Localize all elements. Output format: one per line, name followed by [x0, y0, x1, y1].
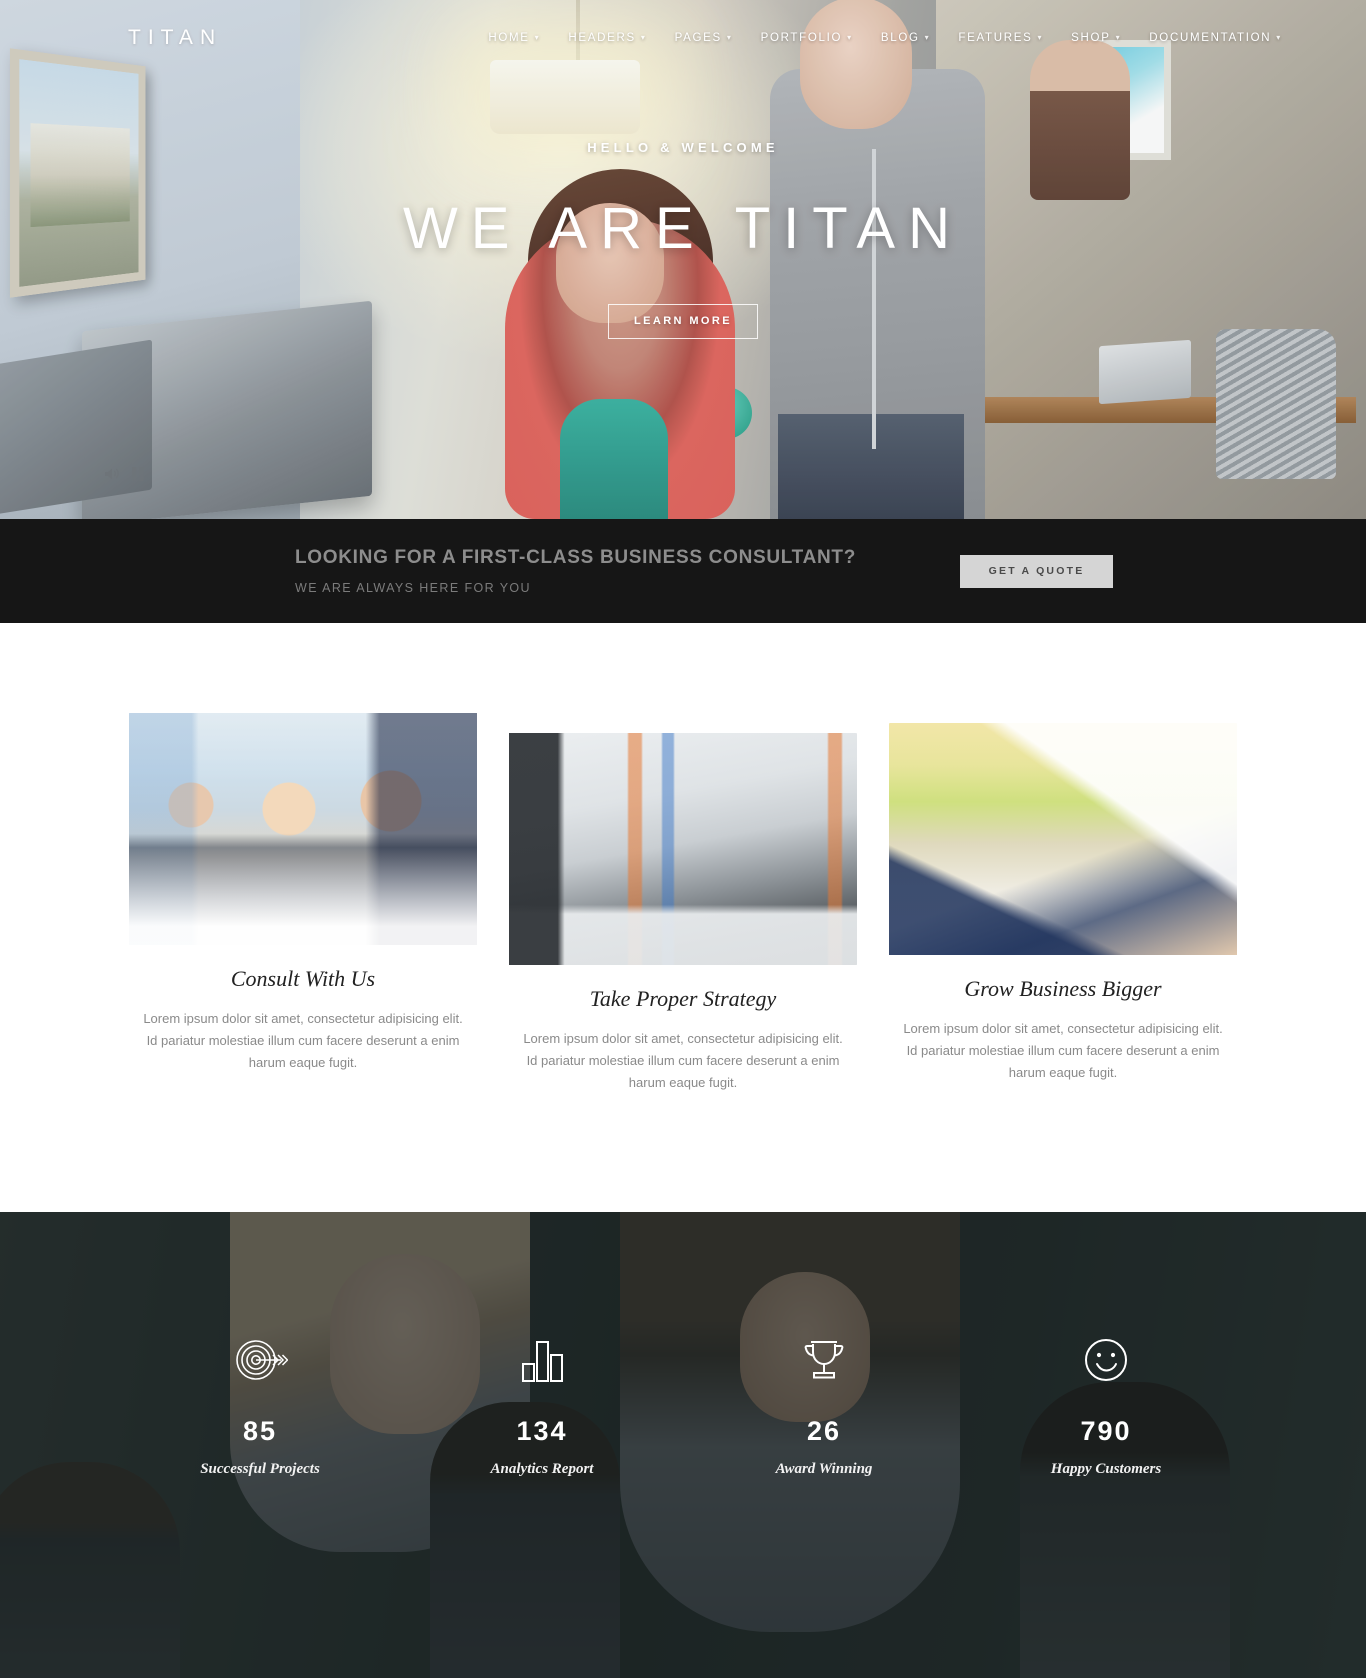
- service-card[interactable]: Grow Business Bigger Lorem ipsum dolor s…: [889, 723, 1237, 1094]
- service-card-description: Lorem ipsum dolor sit amet, consectetur …: [523, 1031, 843, 1090]
- counters-section: 85 Successful Projects 134 Analytics Rep…: [0, 1212, 1366, 1678]
- chevron-down-icon: ▾: [640, 32, 647, 42]
- nav-item-shop[interactable]: SHOP ▾: [1057, 32, 1135, 44]
- volume-icon[interactable]: [104, 467, 120, 481]
- chevron-down-icon: ▾: [847, 32, 853, 42]
- counter-value: 26: [806, 1416, 842, 1446]
- nav-label: FEATURES: [958, 31, 1033, 44]
- learn-more-button[interactable]: LEARN MORE: [608, 303, 758, 339]
- nav-label: HOME: [488, 31, 530, 44]
- service-card-title: Grow Business Bigger: [964, 976, 1162, 1001]
- nav-label: DOCUMENTATION: [1149, 31, 1272, 44]
- nav-item-home[interactable]: HOME ▾: [474, 32, 554, 44]
- counter-value: 134: [516, 1416, 568, 1446]
- service-card-description: Lorem ipsum dolor sit amet, consectetur …: [143, 1011, 463, 1070]
- counter-item: 26 Award Winning: [683, 1332, 965, 1478]
- cta-text-group: LOOKING FOR A FIRST-CLASS BUSINESS CONSU…: [295, 548, 856, 595]
- nav-item-portfolio[interactable]: PORTFOLIO ▾: [747, 32, 867, 44]
- nav-label: PORTFOLIO: [760, 31, 843, 44]
- chevron-down-icon: ▾: [726, 32, 733, 42]
- service-card-image: [129, 713, 477, 945]
- service-card-title: Take Proper Strategy: [589, 986, 777, 1011]
- hero-content: HELLO & WELCOME WE ARE TITAN LEARN MORE: [0, 140, 1366, 339]
- service-card-title: Consult With Us: [230, 966, 376, 991]
- smiley-face-icon: [965, 1332, 1247, 1388]
- service-card-image: [889, 723, 1237, 955]
- video-controls: [104, 467, 144, 481]
- cta-heading: LOOKING FOR A FIRST-CLASS BUSINESS CONSU…: [295, 546, 857, 568]
- site-logo[interactable]: TITAN: [128, 26, 222, 50]
- site-header: TITAN HOME ▾ HEADERS ▾ PAGES ▾ PORTFOLIO…: [0, 0, 1366, 75]
- get-a-quote-button[interactable]: GET A QUOTE: [960, 554, 1114, 588]
- nav-item-features[interactable]: FEATURES ▾: [944, 32, 1057, 44]
- service-card[interactable]: Take Proper Strategy Lorem ipsum dolor s…: [509, 733, 857, 1094]
- hero-title: WE ARE TITAN: [403, 196, 963, 261]
- counter-value: 85: [242, 1416, 278, 1446]
- counters-row: 85 Successful Projects 134 Analytics Rep…: [0, 1212, 1366, 1478]
- nav-label: BLOG: [880, 31, 920, 44]
- counter-label: Analytics Report: [490, 1461, 594, 1477]
- nav-label: HEADERS: [568, 31, 636, 44]
- services-section: Consult With Us Lorem ipsum dolor sit am…: [0, 623, 1366, 1212]
- nav-item-documentation[interactable]: DOCUMENTATION ▾: [1135, 32, 1296, 44]
- pause-icon[interactable]: [132, 467, 144, 481]
- nav-item-headers[interactable]: HEADERS ▾: [554, 32, 660, 44]
- service-card[interactable]: Consult With Us Lorem ipsum dolor sit am…: [129, 713, 477, 1094]
- nav-item-blog[interactable]: BLOG ▾: [867, 32, 944, 44]
- nav-label: PAGES: [674, 31, 722, 44]
- counter-label: Happy Customers: [1050, 1461, 1162, 1477]
- service-card-image: [509, 733, 857, 965]
- chevron-down-icon: ▾: [1276, 32, 1282, 42]
- counter-item: 790 Happy Customers: [965, 1332, 1247, 1478]
- chevron-down-icon: ▾: [924, 32, 931, 42]
- counter-value: 790: [1080, 1416, 1132, 1446]
- trophy-icon: [683, 1332, 965, 1388]
- counter-item: 134 Analytics Report: [401, 1332, 683, 1478]
- chevron-down-icon: ▾: [1115, 32, 1122, 42]
- bar-chart-icon: [401, 1332, 683, 1388]
- nav-label: SHOP: [1071, 31, 1111, 44]
- counter-item: 85 Successful Projects: [119, 1332, 401, 1478]
- service-card-description: Lorem ipsum dolor sit amet, consectetur …: [903, 1021, 1223, 1080]
- chevron-down-icon: ▾: [534, 32, 541, 42]
- target-arrow-icon: [119, 1332, 401, 1388]
- chevron-down-icon: ▾: [1037, 32, 1044, 42]
- nav-item-pages[interactable]: PAGES ▾: [661, 32, 747, 44]
- cta-banner: LOOKING FOR A FIRST-CLASS BUSINESS CONSU…: [0, 519, 1366, 623]
- counter-label: Award Winning: [775, 1461, 873, 1477]
- main-navigation: HOME ▾ HEADERS ▾ PAGES ▾ PORTFOLIO ▾ BLO…: [474, 32, 1296, 44]
- hero-section: TITAN HOME ▾ HEADERS ▾ PAGES ▾ PORTFOLIO…: [0, 0, 1366, 519]
- cta-subheading: WE ARE ALWAYS HERE FOR YOU: [295, 580, 531, 595]
- hero-eyebrow: HELLO & WELCOME: [587, 140, 779, 155]
- counter-label: Successful Projects: [200, 1461, 320, 1477]
